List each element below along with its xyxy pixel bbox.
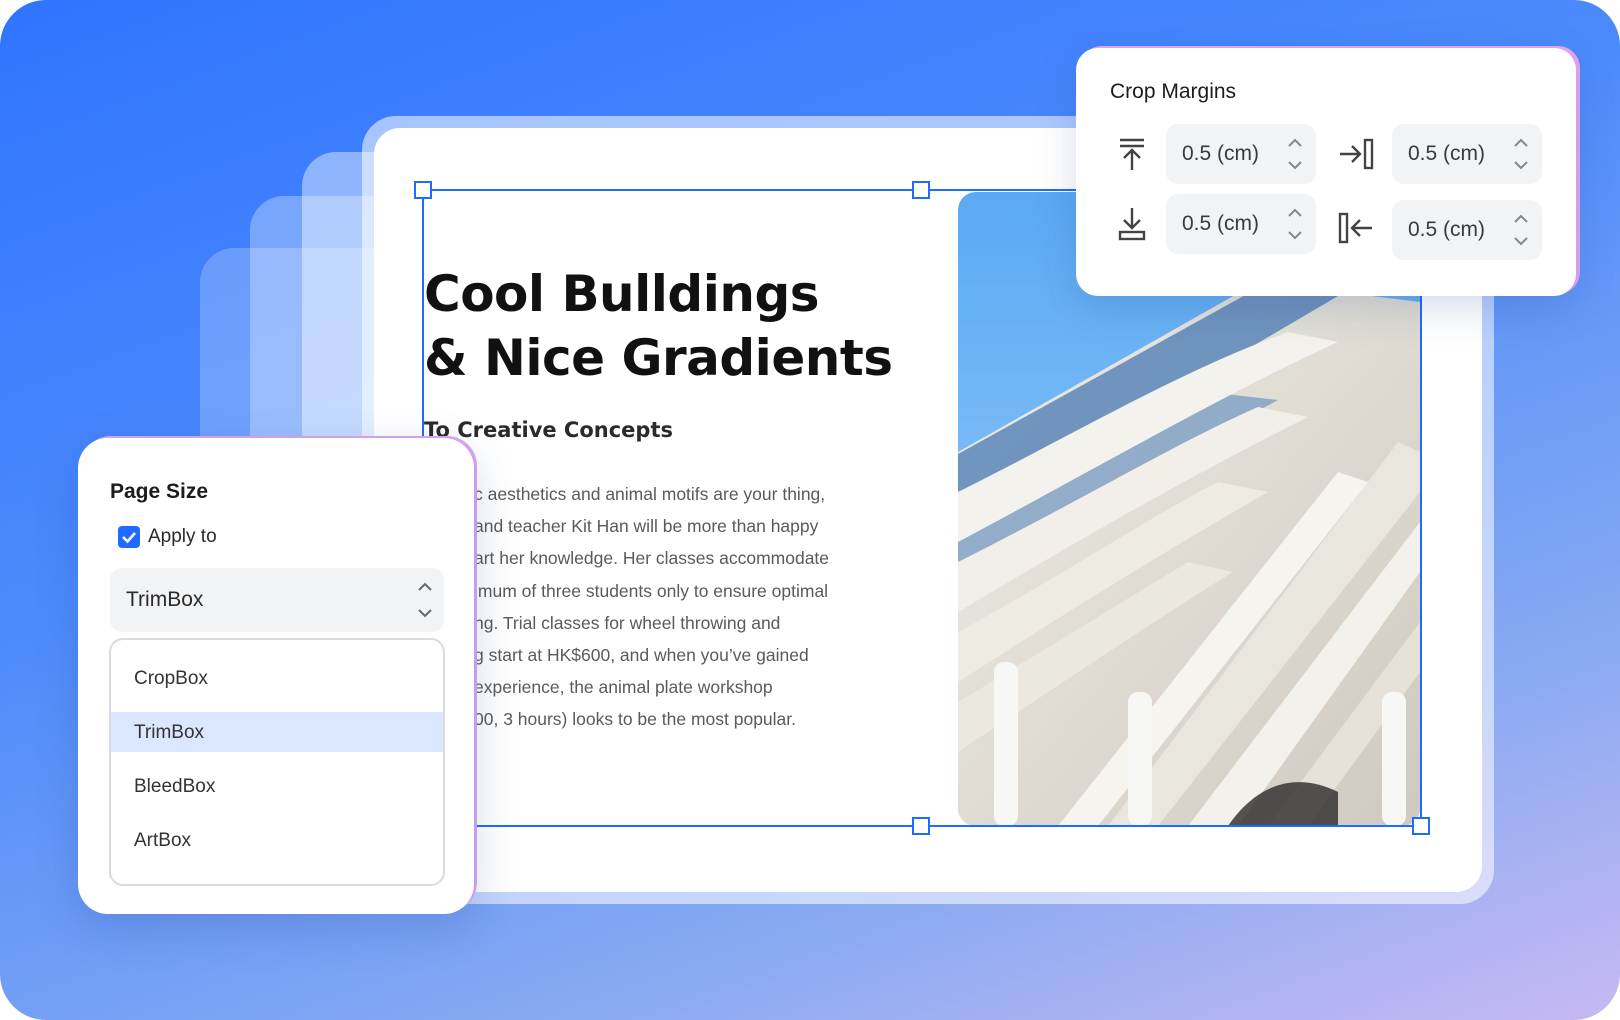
body-line: 00, 3 hours) looks to be the most popula… xyxy=(474,709,796,730)
margin-top-stepper[interactable] xyxy=(1286,136,1304,172)
margin-right-stepper[interactable] xyxy=(1512,136,1530,172)
align-bottom-icon xyxy=(1118,208,1146,241)
resize-handle-bottom-middle[interactable] xyxy=(912,817,930,835)
margin-top-input[interactable]: 0.5 (cm) xyxy=(1166,124,1316,184)
document-title: Cool Bulldings & Nice Gradients xyxy=(424,262,944,390)
dropdown-option-cropbox[interactable]: CropBox xyxy=(111,658,443,698)
body-line: and teacher Kit Han will be more than ha… xyxy=(474,516,819,537)
dropdown-option-bleedbox[interactable]: BleedBox xyxy=(111,766,443,806)
body-line: g start at HK$600, and when you’ve gaine… xyxy=(474,644,809,665)
document-title-line-1: Cool Bulldings xyxy=(424,265,820,323)
chevron-up-down-icon xyxy=(418,582,432,618)
document-title-line-2: & Nice Gradients xyxy=(424,329,893,387)
align-top-icon xyxy=(1120,138,1144,170)
body-line: c aesthetics and animal motifs are your … xyxy=(474,484,826,504)
apply-to-checkbox[interactable] xyxy=(118,526,140,548)
margin-bottom-input[interactable]: 0.5 (cm) xyxy=(1166,194,1316,254)
align-right-icon xyxy=(1340,138,1374,170)
margin-bottom-stepper[interactable] xyxy=(1286,206,1304,242)
box-type-dropdown-list: CropBox TrimBox BleedBox ArtBox xyxy=(109,638,445,886)
body-line: experience, the animal plate workshop xyxy=(474,677,773,698)
crop-margins-panel: Crop Margins 0.5 (cm) 0.5 (cm) 0.5 (cm) … xyxy=(1076,48,1576,296)
document-subtitle: To Creative Concepts xyxy=(424,418,673,442)
resize-handle-bottom-right[interactable] xyxy=(1412,817,1430,835)
page-size-title: Page Size xyxy=(110,480,209,503)
page-size-panel: Page Size Apply to TrimBox CropBox TrimB… xyxy=(78,438,474,914)
align-left-icon xyxy=(1338,212,1372,244)
margin-right-value: 0.5 (cm) xyxy=(1408,142,1486,165)
resize-handle-top-middle[interactable] xyxy=(912,181,930,199)
option-label: TrimBox xyxy=(134,722,205,743)
margin-bottom-value: 0.5 (cm) xyxy=(1182,212,1260,235)
option-label: ArtBox xyxy=(134,830,192,851)
margin-left-stepper[interactable] xyxy=(1512,212,1530,248)
option-label: BleedBox xyxy=(134,776,216,797)
document-body-text: c aesthetics and animal motifs are your … xyxy=(474,478,874,736)
crop-margins-title: Crop Margins xyxy=(1110,80,1237,103)
canvas-background: Cool Bulldings & Nice Gradients To Creat… xyxy=(0,0,1620,1020)
margin-right-input[interactable]: 0.5 (cm) xyxy=(1392,124,1542,184)
dropdown-option-artbox[interactable]: ArtBox xyxy=(111,820,443,860)
dropdown-option-trimbox[interactable]: TrimBox xyxy=(111,712,443,752)
resize-handle-top-left[interactable] xyxy=(414,181,432,199)
checkmark-icon xyxy=(122,532,136,544)
margin-left-input[interactable]: 0.5 (cm) xyxy=(1392,200,1542,260)
body-line: ng. Trial classes for wheel throwing and xyxy=(474,612,781,633)
box-type-select[interactable]: TrimBox xyxy=(110,568,444,632)
margin-left-value: 0.5 (cm) xyxy=(1408,218,1486,241)
body-line: imum of three students only to ensure op… xyxy=(474,580,829,601)
option-label: CropBox xyxy=(134,668,208,689)
apply-to-label: Apply to xyxy=(148,526,217,547)
margin-top-value: 0.5 (cm) xyxy=(1182,142,1260,165)
body-line: art her knowledge. Her classes accommoda… xyxy=(474,548,830,569)
box-type-selected-value: TrimBox xyxy=(126,588,204,611)
